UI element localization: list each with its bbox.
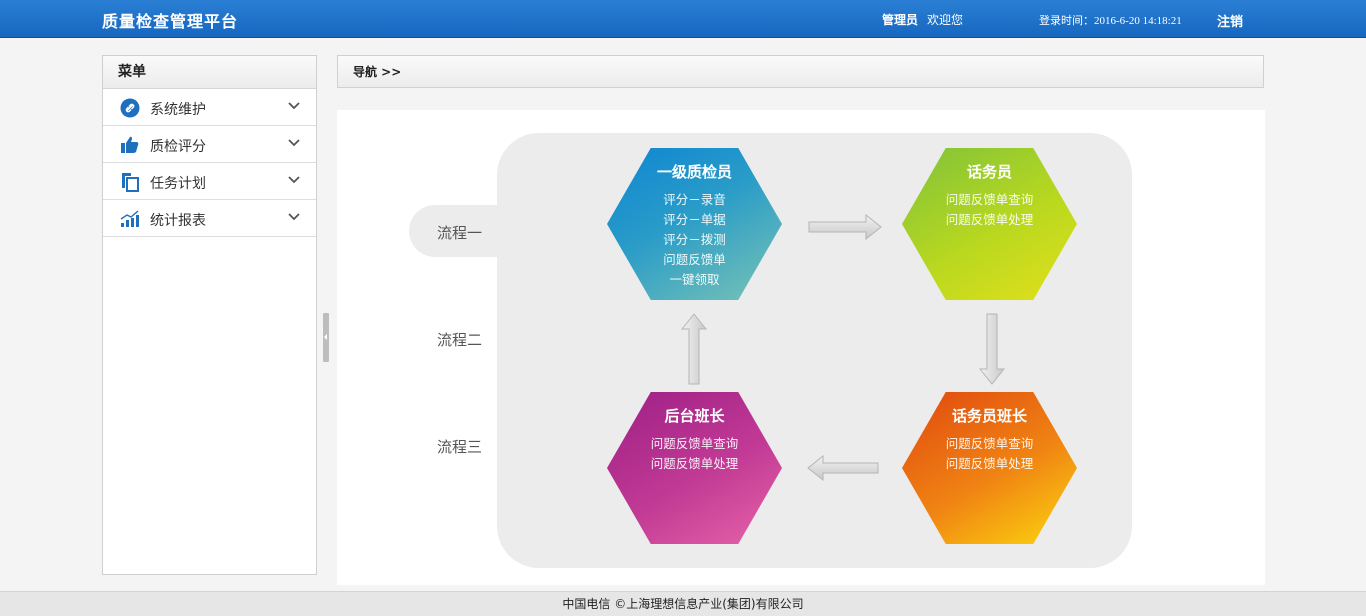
node-line: 问题反馈单查询: [945, 436, 1034, 451]
flow-label-2: 流程二: [437, 331, 483, 349]
menu-title: 菜单: [103, 56, 316, 89]
welcome-text: 欢迎您: [927, 13, 964, 27]
main-content: 流程一 流程二 流程三 一级质检员 评分－录音 评分－单据 评分－拨测 问题反馈…: [337, 110, 1265, 585]
footer-text: 中国电信 ©上海理想信息产业(集团)有限公司: [562, 597, 804, 611]
node-line: 问题反馈单处理: [945, 456, 1034, 471]
arrow-down-icon: [979, 313, 1005, 385]
sidebar-item-label: 任务计划: [150, 176, 206, 192]
node-line: 问题反馈单处理: [945, 212, 1034, 227]
node-line: 评分－拨测: [663, 232, 726, 247]
node-line: 问题反馈单处理: [650, 456, 739, 471]
top-header: 质量检查管理平台 管理员 欢迎您 登录时间：2016-6-20 14:18:21…: [0, 0, 1366, 38]
sidebar-item-label: 质检评分: [150, 139, 206, 155]
sidebar-menu: 菜单 系统维护 质检评分 任务计划 统计报表: [102, 55, 317, 575]
node-line: 评分－单据: [663, 212, 726, 227]
node-line: 评分－录音: [663, 192, 726, 207]
sidebar-item-task-plan[interactable]: 任务计划: [103, 163, 316, 200]
copy-icon: [122, 173, 139, 192]
arrow-up-icon: [681, 313, 707, 385]
sidebar-item-statistics[interactable]: 统计报表: [103, 200, 316, 237]
sidebar-item-label: 系统维护: [150, 102, 206, 118]
chevron-down-icon[interactable]: [287, 212, 301, 222]
login-time: 登录时间：2016-6-20 14:18:21: [1039, 15, 1182, 27]
app-title: 质量检查管理平台: [102, 12, 239, 31]
logout-link[interactable]: 注销: [1217, 11, 1243, 30]
sidebar-item-system-maintenance[interactable]: 系统维护: [103, 89, 316, 126]
node-line: 问题反馈单查询: [945, 192, 1034, 207]
sidebar-item-qc-scoring[interactable]: 质检评分: [103, 126, 316, 163]
chevron-down-icon[interactable]: [287, 175, 301, 185]
node-line: 问题反馈单: [663, 252, 726, 267]
breadcrumb: 导航 >>: [337, 55, 1264, 88]
sidebar-collapse-handle[interactable]: [323, 313, 329, 362]
chevron-down-icon[interactable]: [287, 101, 301, 111]
user-role: 管理员: [882, 13, 919, 27]
arrow-left-icon: [807, 455, 879, 481]
chevron-down-icon[interactable]: [287, 138, 301, 148]
sidebar-item-label: 统计报表: [150, 213, 206, 229]
flow-label-3: 流程三: [437, 438, 483, 456]
footer: 中国电信 ©上海理想信息产业(集团)有限公司: [0, 591, 1366, 616]
thumbs-up-icon: [121, 136, 139, 153]
node-line: 问题反馈单查询: [650, 436, 739, 451]
flow-label-1: 流程一: [437, 224, 483, 242]
link-icon: [120, 98, 140, 118]
bar-chart-icon: [120, 210, 139, 227]
arrow-right-icon: [808, 214, 882, 240]
